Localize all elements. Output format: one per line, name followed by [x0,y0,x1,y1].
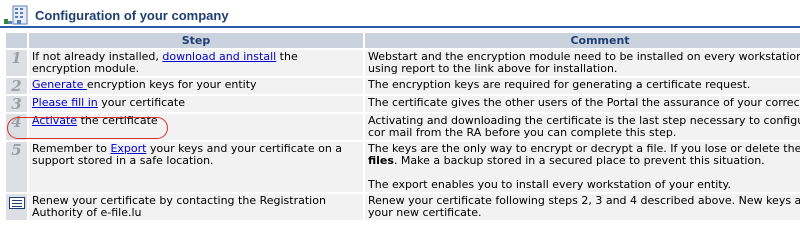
table-row-renew: Renew your certificate by contacting the… [6,192,800,220]
comment-cell: Renew your certificate following steps 2… [364,192,800,220]
column-header-comment: Comment [364,33,800,49]
step-text: the certificate [77,114,158,127]
step-number-cell: 5 [6,140,29,193]
fill-certificate-link[interactable]: Please fill in [32,96,98,109]
table-row-step-5: 5 Remember to Export your keys and your … [6,140,800,193]
table-header-row: Step Comment [6,33,800,49]
step-text: encryption keys for your entity [86,78,257,91]
step-number-cell: 4 [6,112,29,141]
step-number-cell: 2 [6,76,29,95]
activate-certificate-link[interactable]: Activate [32,114,77,127]
step-number: 3 [11,95,22,113]
download-install-link[interactable]: download and install [162,50,276,63]
step-number-cell: 3 [6,94,29,113]
step-number: 5 [11,141,22,159]
company-building-icon [4,5,28,25]
comment-cell: Activating and downloading the certifica… [364,112,800,141]
step-cell: If not already installed, download and i… [28,48,365,77]
comment-cell: The keys are the only way to encrypt or … [364,140,800,193]
renew-icon-cell [6,192,29,220]
comment-text: . Make a backup stored in a secured plac… [393,154,765,167]
step-number: 4 [11,113,22,131]
step-cell: Renew your certificate by contacting the… [28,192,365,220]
step-number: 1 [11,49,22,67]
generate-keys-link[interactable]: Generate [32,78,87,91]
table-row-step-4: 4 Activate the certificate Activating an… [6,112,800,141]
comment-emphasis: files [368,154,394,167]
step-number-cell: 1 [6,48,29,77]
page-header: Configuration of your company [0,0,800,28]
table-row-step-2: 2 Generate encryption keys for your enti… [6,76,800,95]
comment-cell: The encryption keys are required for gen… [364,76,800,95]
column-header-step: Step [28,33,365,49]
step-cell: Remember to Export your keys and your ce… [28,140,365,193]
configuration-steps-table: Step Comment 1 If not already installed,… [6,33,800,220]
comment-cell: Webstart and the encryption module need … [364,48,800,77]
step-cell: Please fill in your certificate [28,94,365,113]
column-header-num [6,33,29,49]
title-divider [0,26,800,28]
comment-text: The export enables you to install every … [368,178,731,191]
table-row-step-3: 3 Please fill in your certificate The ce… [6,94,800,113]
step-cell: Activate the certificate [28,112,365,141]
page-title: Configuration of your company [35,8,229,23]
step-number: 2 [11,77,22,95]
step-cell: Generate encryption keys for your entity [28,76,365,95]
comment-cell: The certificate gives the other users of… [364,94,800,113]
certificate-renew-icon [8,197,25,209]
table-row-step-1: 1 If not already installed, download and… [6,48,800,77]
step-text: your certificate [97,96,185,109]
